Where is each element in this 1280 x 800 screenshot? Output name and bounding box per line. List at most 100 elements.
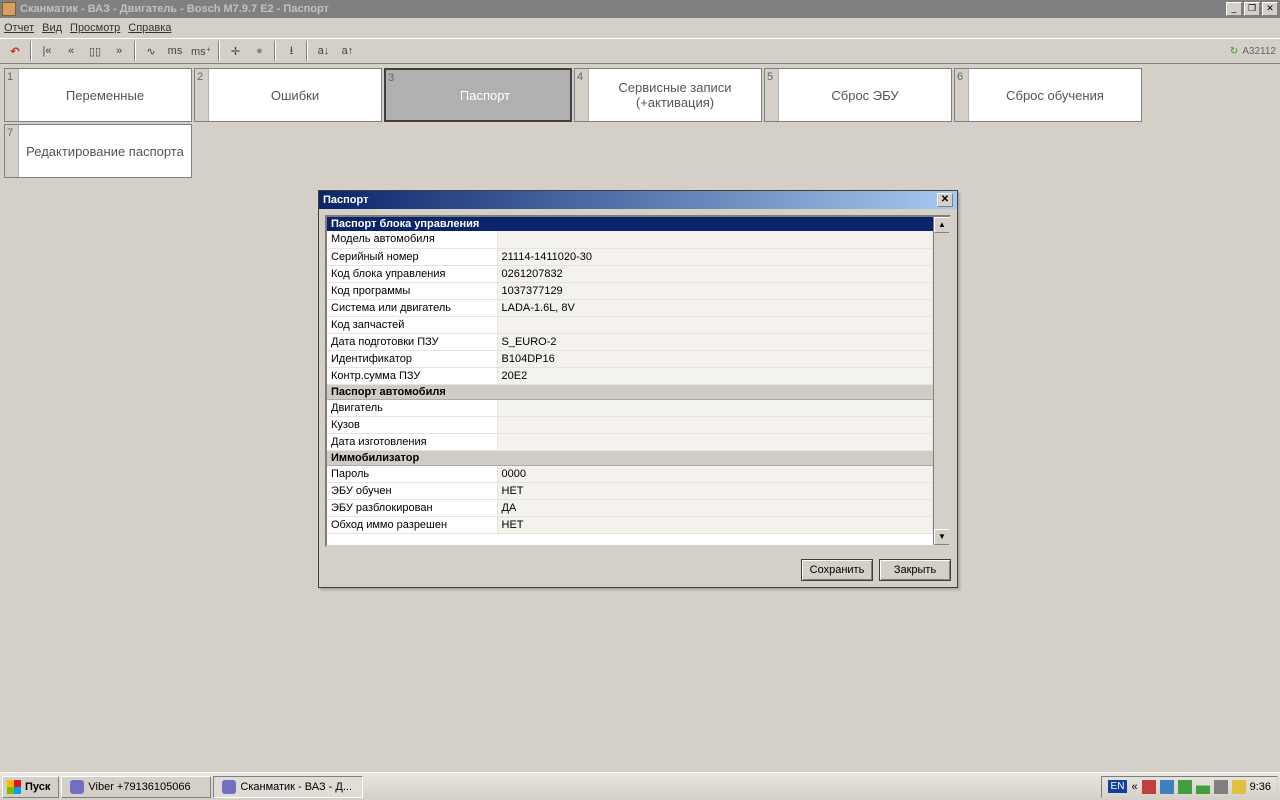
- section-header: Паспорт блока управления: [327, 217, 933, 231]
- clock[interactable]: 9:36: [1250, 781, 1271, 793]
- row-value: 21114-1411020-30: [497, 248, 933, 265]
- toolbar: ↶ |« « ▯▯ » ∿ ms ms⁺ ✛ ● ⭳ a↓ a↑ ↻ A3211…: [0, 38, 1280, 64]
- row-value: S_EURO-2: [497, 333, 933, 350]
- section-header: Иммобилизатор: [327, 450, 933, 465]
- table-row[interactable]: Модель автомобиля: [327, 231, 933, 248]
- tab-4[interactable]: 4 Сервисные записи (+активация): [574, 68, 762, 122]
- table-row[interactable]: Пароль 0000: [327, 465, 933, 482]
- sort-asc-button[interactable]: a↓: [312, 40, 334, 62]
- window-titlebar: Сканматик - ВАЗ - Двигатель - Bosch M7.9…: [0, 0, 1280, 18]
- row-label: Система или двигатель: [327, 299, 497, 316]
- tab-5[interactable]: 5 Сброс ЭБУ: [764, 68, 952, 122]
- status-code: A32112: [1242, 46, 1276, 57]
- tab-label: Переменные: [19, 69, 191, 121]
- prev-button[interactable]: «: [60, 40, 82, 62]
- pause-button[interactable]: ▯▯: [84, 40, 106, 62]
- tab-number: 1: [5, 69, 19, 121]
- menu-browse[interactable]: Просмотр: [70, 22, 120, 34]
- row-label: Дата изготовления: [327, 433, 497, 450]
- tab-6[interactable]: 6 Сброс обучения: [954, 68, 1142, 122]
- back-button[interactable]: ↶: [4, 40, 26, 62]
- row-label: Двигатель: [327, 399, 497, 416]
- row-value: LADA-1.6L, 8V: [497, 299, 933, 316]
- language-indicator[interactable]: EN: [1108, 780, 1128, 793]
- taskbar-item[interactable]: Сканматик - ВАЗ - Д...: [213, 776, 363, 798]
- table-row[interactable]: ЭБУ обучен НЕТ: [327, 482, 933, 499]
- close-window-button[interactable]: ✕: [1262, 2, 1278, 16]
- row-value: [497, 416, 933, 433]
- next-button[interactable]: »: [108, 40, 130, 62]
- ms-button[interactable]: ms: [164, 40, 186, 62]
- record-button[interactable]: ●: [248, 40, 270, 62]
- row-label: Код запчастей: [327, 316, 497, 333]
- restore-button[interactable]: ❐: [1244, 2, 1260, 16]
- row-value: 1037377129: [497, 282, 933, 299]
- tray-chevron-icon[interactable]: «: [1131, 781, 1137, 793]
- table-row[interactable]: Серийный номер 21114-1411020-30: [327, 248, 933, 265]
- scroll-down-button[interactable]: ▼: [934, 529, 950, 545]
- tab-label: Сброс ЭБУ: [779, 69, 951, 121]
- table-row[interactable]: Идентификатор B104DP16: [327, 350, 933, 367]
- tray-antivirus-icon[interactable]: [1178, 780, 1192, 794]
- tab-number: 7: [5, 125, 19, 177]
- scroll-up-button[interactable]: ▲: [934, 217, 950, 233]
- row-value: [497, 399, 933, 416]
- task-label: Viber +79136105066: [88, 781, 190, 793]
- table-row[interactable]: Дата подготовки ПЗУ S_EURO-2: [327, 333, 933, 350]
- save-button[interactable]: Сохранить: [801, 559, 873, 581]
- table-row[interactable]: Обход иммо разрешен НЕТ: [327, 516, 933, 533]
- close-button[interactable]: Закрыть: [879, 559, 951, 581]
- table-row[interactable]: Двигатель: [327, 399, 933, 416]
- table-row[interactable]: Код запчастей: [327, 316, 933, 333]
- taskbar: Пуск Viber +79136105066 Сканматик - ВАЗ -…: [0, 772, 1280, 800]
- row-label: Код программы: [327, 282, 497, 299]
- tray-printer-icon[interactable]: [1214, 780, 1228, 794]
- system-tray: EN « 9:36: [1101, 776, 1278, 798]
- crosshair-button[interactable]: ✛: [224, 40, 246, 62]
- table-row[interactable]: Код программы 1037377129: [327, 282, 933, 299]
- start-button[interactable]: Пуск: [2, 776, 59, 798]
- first-button[interactable]: |«: [36, 40, 58, 62]
- ms-plus-button[interactable]: ms⁺: [188, 40, 214, 62]
- menu-report[interactable]: Отчет: [4, 22, 34, 34]
- tab-label: Ошибки: [209, 69, 381, 121]
- tray-network-icon[interactable]: [1142, 780, 1156, 794]
- windows-flag-icon: [7, 780, 21, 794]
- tab-label: Редактирование паспорта: [19, 125, 191, 177]
- vertical-scrollbar[interactable]: ▲ ▼: [933, 217, 949, 545]
- tray-volume-icon[interactable]: [1232, 780, 1246, 794]
- tab-number: 4: [575, 69, 589, 121]
- table-row[interactable]: Дата изготовления: [327, 433, 933, 450]
- tab-1[interactable]: 1 Переменные: [4, 68, 192, 122]
- export-button[interactable]: ⭳: [280, 40, 302, 62]
- taskbar-item[interactable]: Viber +79136105066: [61, 776, 211, 798]
- sort-desc-button[interactable]: a↑: [336, 40, 358, 62]
- menu-view[interactable]: Вид: [42, 22, 62, 34]
- minimize-button[interactable]: _: [1226, 2, 1242, 16]
- row-label: Контр.сумма ПЗУ: [327, 367, 497, 384]
- tab-2[interactable]: 2 Ошибки: [194, 68, 382, 122]
- table-row[interactable]: Контр.сумма ПЗУ 20E2: [327, 367, 933, 384]
- task-label: Сканматик - ВАЗ - Д...: [240, 781, 352, 793]
- table-row[interactable]: ЭБУ разблокирован ДА: [327, 499, 933, 516]
- table-row[interactable]: Система или двигатель LADA-1.6L, 8V: [327, 299, 933, 316]
- tab-3[interactable]: 3 Паспорт: [384, 68, 572, 122]
- tray-signal-icon[interactable]: [1196, 780, 1210, 794]
- app-icon: [2, 2, 16, 16]
- row-value: [497, 433, 933, 450]
- tab-7[interactable]: 7 Редактирование паспорта: [4, 124, 192, 178]
- row-label: Модель автомобиля: [327, 231, 497, 248]
- task-app-icon: [222, 780, 236, 794]
- row-label: Пароль: [327, 465, 497, 482]
- table-row[interactable]: Код блока управления 0261207832: [327, 265, 933, 282]
- tab-area: 1 Переменные2 Ошибки3 Паспорт4 Сервисные…: [0, 64, 1280, 182]
- dialog-titlebar[interactable]: Паспорт ✕: [319, 191, 957, 209]
- wave-button[interactable]: ∿: [140, 40, 162, 62]
- tray-device-icon[interactable]: [1160, 780, 1174, 794]
- dialog-close-button[interactable]: ✕: [937, 193, 953, 207]
- menu-help[interactable]: Справка: [128, 22, 171, 34]
- table-row[interactable]: Кузов: [327, 416, 933, 433]
- row-label: Серийный номер: [327, 248, 497, 265]
- toolbar-status: ↻ A32112: [1230, 46, 1276, 57]
- tab-number: 3: [386, 70, 400, 120]
